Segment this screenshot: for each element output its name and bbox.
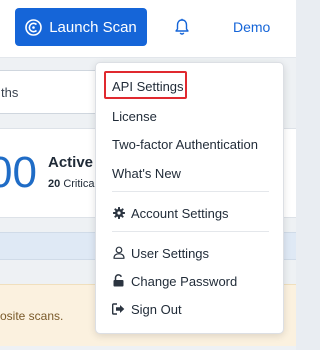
menu-divider bbox=[112, 231, 269, 232]
menu-item-license[interactable]: License bbox=[96, 103, 285, 129]
launch-scan-label: Launch Scan bbox=[49, 18, 137, 36]
gear-icon bbox=[112, 206, 125, 219]
user-icon bbox=[112, 246, 125, 259]
menu-item-label: Two-factor Authentication bbox=[112, 136, 258, 152]
critical-count: 20 bbox=[48, 178, 61, 190]
notice-text: osite scans. bbox=[0, 309, 64, 323]
top-header: Launch Scan Demo bbox=[0, 0, 296, 58]
menu-item-api-settings[interactable]: API Settings bbox=[96, 73, 285, 99]
launch-scan-icon bbox=[25, 18, 43, 36]
menu-item-sign-out[interactable]: Sign Out bbox=[96, 296, 285, 322]
menu-item-label: API Settings bbox=[112, 78, 184, 94]
menu-divider bbox=[112, 191, 269, 192]
user-menu-toggle[interactable]: Demo bbox=[233, 19, 270, 35]
lock-icon bbox=[112, 274, 125, 287]
sign-out-icon bbox=[112, 302, 125, 315]
bell-icon[interactable] bbox=[172, 16, 192, 38]
filter-input[interactable]: ths bbox=[0, 70, 102, 114]
launch-scan-button[interactable]: Launch Scan bbox=[15, 8, 147, 46]
menu-item-label: What's New bbox=[112, 165, 181, 181]
stat-big-number: 00 bbox=[0, 148, 37, 197]
menu-item-whats-new[interactable]: What's New bbox=[96, 160, 285, 186]
critical-label: Critica bbox=[63, 178, 95, 190]
user-dropdown-menu: API Settings License Two-factor Authenti… bbox=[95, 62, 284, 334]
stat-active-label: Active I bbox=[48, 154, 102, 171]
menu-item-user-settings[interactable]: User Settings bbox=[96, 240, 285, 266]
menu-item-change-password[interactable]: Change Password bbox=[96, 268, 285, 294]
menu-item-label: License bbox=[112, 108, 157, 124]
menu-item-two-factor[interactable]: Two-factor Authentication bbox=[96, 131, 285, 157]
filter-input-text: ths bbox=[1, 85, 19, 100]
menu-item-label: Sign Out bbox=[131, 301, 182, 317]
menu-item-account-settings[interactable]: Account Settings bbox=[96, 200, 285, 226]
stat-critical-line: 20 Critica bbox=[48, 178, 94, 190]
